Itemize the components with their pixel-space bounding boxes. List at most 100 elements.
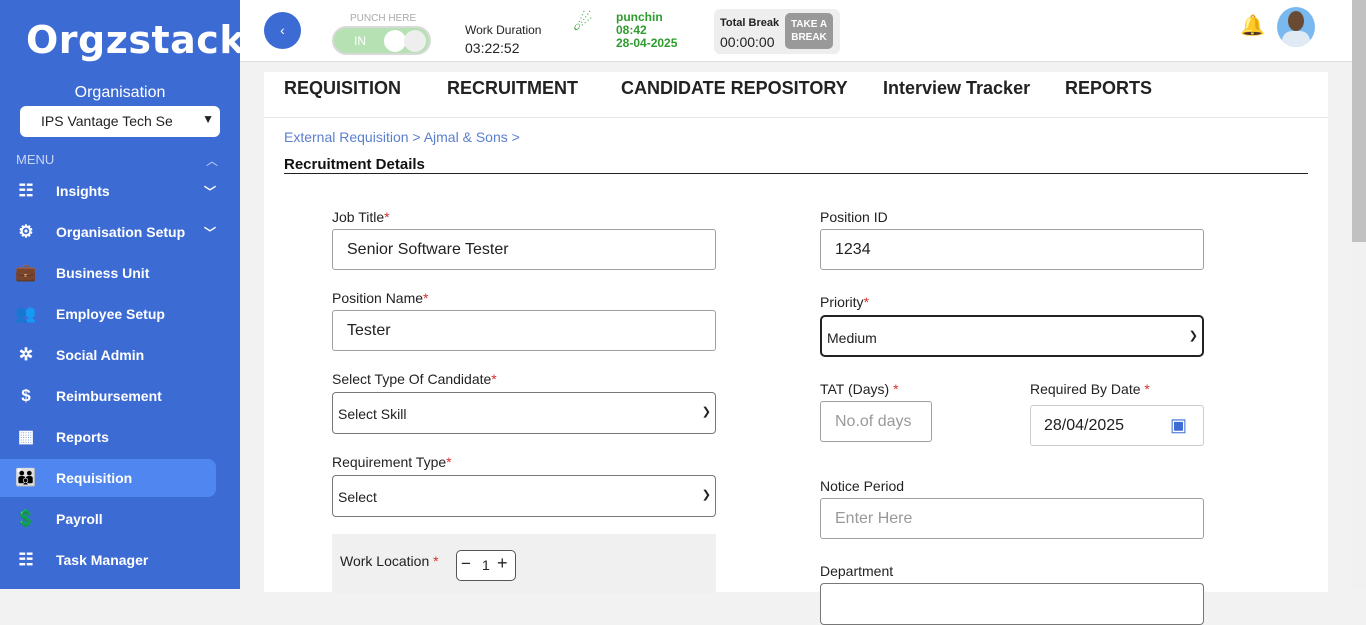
- sidebar-item-organisation-setup[interactable]: ⚙ Organisation Setup ﹀: [0, 213, 216, 251]
- breadcrumb[interactable]: External Requisition > Ajmal & Sons >: [284, 129, 520, 145]
- section-title: Recruitment Details: [284, 156, 425, 173]
- reimbursement-icon: $: [21, 386, 31, 405]
- tab-requisition[interactable]: REQUISITION: [284, 78, 401, 99]
- tab-candidate-repository[interactable]: CANDIDATE REPOSITORY: [621, 78, 848, 99]
- sidebar-item-label: Business Unit: [56, 265, 150, 281]
- notice-period-label: Notice Period: [820, 478, 905, 494]
- required-mark: *: [423, 290, 429, 306]
- sidebar-item-requisition[interactable]: 👪 Requisition: [0, 459, 216, 497]
- chevron-down-icon[interactable]: ﹀: [204, 224, 216, 241]
- organisation-select[interactable]: IPS Vantage Tech Se ▼: [20, 106, 220, 137]
- priority-select[interactable]: Medium ❯: [820, 315, 1204, 357]
- toggle-knob: [404, 30, 426, 52]
- tat-label-text: TAT (Days): [820, 381, 890, 397]
- notice-period-input[interactable]: Enter Here: [820, 498, 1204, 539]
- tat-input[interactable]: No.of days: [820, 401, 932, 442]
- job-title-input[interactable]: Senior Software Tester: [332, 229, 716, 270]
- sidebar-item-label: Task Manager: [56, 552, 149, 568]
- minus-icon[interactable]: −: [461, 554, 471, 574]
- total-break-panel: Total Break 00:00:00 TAKE A BREAK: [714, 9, 840, 54]
- required-mark: *: [446, 454, 452, 470]
- required-by-date-label-text: Required By Date: [1030, 381, 1141, 397]
- chevron-down-icon: ❯: [701, 406, 711, 418]
- work-duration-label: Work Duration: [465, 23, 542, 37]
- calendar-icon[interactable]: ▣: [1170, 415, 1187, 436]
- position-name-input[interactable]: Tester: [332, 310, 716, 351]
- required-by-date-input[interactable]: 28/04/2025 ▣: [1030, 405, 1204, 446]
- bell-icon[interactable]: 🔔: [1240, 13, 1265, 38]
- section-divider: [284, 173, 1308, 174]
- top-bar: ‹ PUNCH HERE IN Work Duration 03:22:52 ☄…: [240, 0, 1352, 62]
- requirement-type-select[interactable]: Select ❯: [332, 475, 716, 517]
- chevron-down-icon: ❯: [1188, 330, 1198, 342]
- total-break-label: Total Break: [720, 17, 780, 29]
- department-select[interactable]: [820, 583, 1204, 625]
- chevron-left-icon: ‹: [280, 22, 285, 38]
- job-title-label: Job Title*: [332, 209, 390, 225]
- required-mark: *: [491, 371, 497, 387]
- organisation-select-value: IPS Vantage Tech Se: [41, 113, 173, 129]
- sidebar-item-label: Reports: [56, 429, 109, 445]
- task-list-icon: ☷: [18, 550, 34, 569]
- candidate-type-select[interactable]: Select Skill ❯: [332, 392, 716, 434]
- tab-recruitment[interactable]: RECRUITMENT: [447, 78, 578, 99]
- tab-bar: REQUISITION RECRUITMENT CANDIDATE REPOSI…: [264, 72, 1328, 118]
- fingerprint-icon: ☄: [573, 10, 593, 35]
- chevron-down-icon[interactable]: ﹀: [204, 183, 216, 200]
- avatar-face: [1288, 11, 1304, 31]
- sidebar-item-label: Organisation Setup: [56, 224, 186, 240]
- required-mark: *: [863, 294, 870, 310]
- punch-date: 28-04-2025: [616, 36, 678, 50]
- back-button[interactable]: ‹: [264, 12, 301, 49]
- tab-interview-tracker[interactable]: Interview Tracker: [883, 78, 1030, 99]
- requirement-type-label: Requirement Type*: [332, 454, 452, 470]
- sidebar-item-insights[interactable]: ☷ Insights ﹀: [0, 172, 216, 210]
- sidebar-item-social-admin[interactable]: ✲ Social Admin: [0, 336, 216, 374]
- plus-icon[interactable]: +: [497, 553, 508, 574]
- org-setup-icon: ⚙: [18, 222, 34, 241]
- required-mark: *: [1144, 381, 1150, 397]
- sidebar-item-label: Insights: [56, 183, 110, 199]
- payroll-icon: 💲: [15, 509, 37, 528]
- tab-reports[interactable]: REPORTS: [1065, 78, 1152, 99]
- sidebar-item-reports[interactable]: ▦ Reports: [0, 418, 216, 456]
- work-location-label: Work Location *: [340, 553, 439, 569]
- position-name-label-text: Position Name: [332, 290, 424, 306]
- calendar-grid-icon: ▦: [17, 427, 35, 446]
- avatar-body: [1282, 31, 1310, 47]
- chevron-down-icon: ▼: [202, 112, 214, 126]
- sidebar-item-task-manager[interactable]: ☷ Task Manager: [0, 541, 216, 579]
- total-break-value: 00:00:00: [720, 34, 775, 50]
- people-settings-icon: 👥: [15, 304, 37, 323]
- toggle-knob: [384, 30, 406, 52]
- punch-toggle[interactable]: IN: [332, 26, 431, 55]
- work-duration-value: 03:22:52: [465, 40, 520, 56]
- priority-label-text: Priority: [820, 294, 864, 310]
- avatar[interactable]: [1277, 7, 1315, 47]
- sidebar-item-reimbursement[interactable]: $ Reimbursement: [0, 377, 216, 415]
- punch-info: punchin 08:42 28-04-2025: [616, 11, 677, 50]
- dashboard-icon: ☷: [18, 181, 34, 200]
- scrollbar-thumb[interactable]: [1352, 0, 1366, 242]
- sidebar-item-payroll[interactable]: 💲 Payroll: [0, 500, 216, 538]
- position-id-label: Position ID: [820, 209, 888, 225]
- priority-value: Medium: [827, 330, 877, 346]
- candidate-type-label: Select Type Of Candidate*: [332, 371, 497, 387]
- required-mark: *: [893, 381, 899, 397]
- sidebar-item-label: Employee Setup: [56, 306, 165, 322]
- candidate-type-value: Select Skill: [338, 406, 407, 422]
- page-scrollbar[interactable]: [1352, 0, 1366, 589]
- sidebar-item-employee-setup[interactable]: 👥 Employee Setup: [0, 295, 216, 333]
- tat-label: TAT (Days) *: [820, 381, 899, 397]
- work-location-panel: Work Location * − 1 +: [332, 534, 716, 594]
- chevron-up-icon[interactable]: ︿: [206, 152, 218, 169]
- sidebar-item-label: Requisition: [56, 470, 133, 486]
- department-label: Department: [820, 563, 894, 579]
- menu-label: MENU: [16, 152, 55, 167]
- take-a-break-button[interactable]: TAKE A BREAK: [785, 13, 833, 49]
- required-by-date-label: Required By Date *: [1030, 381, 1150, 397]
- position-id-input[interactable]: 1234: [820, 229, 1204, 270]
- sidebar-item-business-unit[interactable]: 💼 Business Unit: [0, 254, 216, 292]
- work-location-stepper[interactable]: − 1 +: [456, 550, 516, 581]
- required-mark: *: [384, 209, 390, 225]
